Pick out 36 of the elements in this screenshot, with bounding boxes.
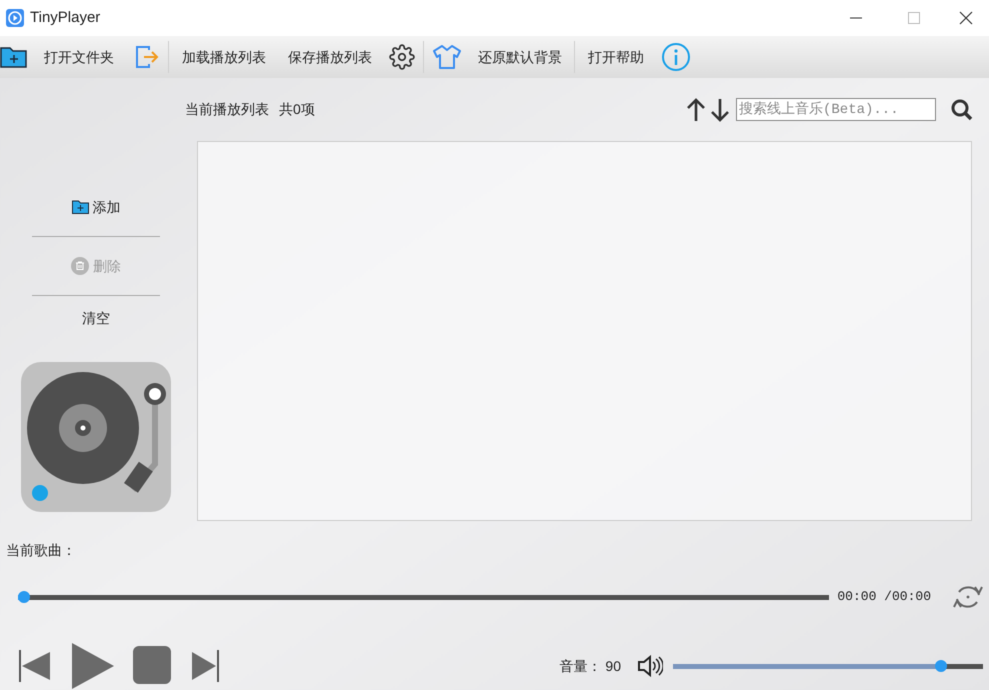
window-title: TinyPlayer <box>30 8 100 28</box>
search-field[interactable]: 搜索线上音乐(Beta)... <box>736 98 936 121</box>
settings-icon[interactable] <box>389 44 415 70</box>
folder-plus-icon <box>72 200 88 214</box>
stop-icon[interactable] <box>132 645 172 687</box>
search-icon[interactable] <box>950 98 974 122</box>
trash-icon <box>71 257 89 275</box>
folder-plus-icon <box>0 45 28 69</box>
maximize-icon <box>908 12 920 24</box>
info-icon[interactable] <box>661 42 691 72</box>
playlist-count: 共0项 <box>279 100 315 119</box>
side-action-button[interactable]: 清空 <box>82 296 110 354</box>
time-display: 00:00 /00:00 <box>837 588 931 606</box>
export-icon[interactable] <box>134 44 160 70</box>
shirt-icon <box>432 44 462 70</box>
move-up-icon[interactable] <box>686 96 706 122</box>
app-logo-icon <box>6 9 24 27</box>
side-action-button[interactable]: 添加 <box>72 178 120 236</box>
volume-slider[interactable] <box>673 660 983 672</box>
speaker-icon[interactable] <box>637 654 663 678</box>
toolbar-button[interactable]: 打开文件夹 <box>0 38 128 76</box>
toolbar-button[interactable]: 还原默认背景 <box>426 38 572 76</box>
previous-track-icon[interactable] <box>18 648 52 684</box>
play-icon[interactable] <box>70 641 116 690</box>
current-song-label: 当前歌曲： <box>6 541 77 560</box>
toolbar-button[interactable]: 打开帮助 <box>577 38 655 76</box>
toolbar-button[interactable]: 保存播放列表 <box>277 38 383 76</box>
progress-slider[interactable] <box>18 591 830 603</box>
next-track-icon[interactable] <box>190 648 220 684</box>
playlist-title: 当前播放列表 <box>185 100 269 119</box>
volume-value: 90 <box>605 656 621 676</box>
toolbar-button[interactable]: 加载播放列表 <box>171 38 277 76</box>
volume-label: 音量： <box>559 656 602 676</box>
move-down-icon[interactable] <box>710 96 730 122</box>
close-icon <box>959 11 973 25</box>
minimize-icon <box>850 17 862 19</box>
